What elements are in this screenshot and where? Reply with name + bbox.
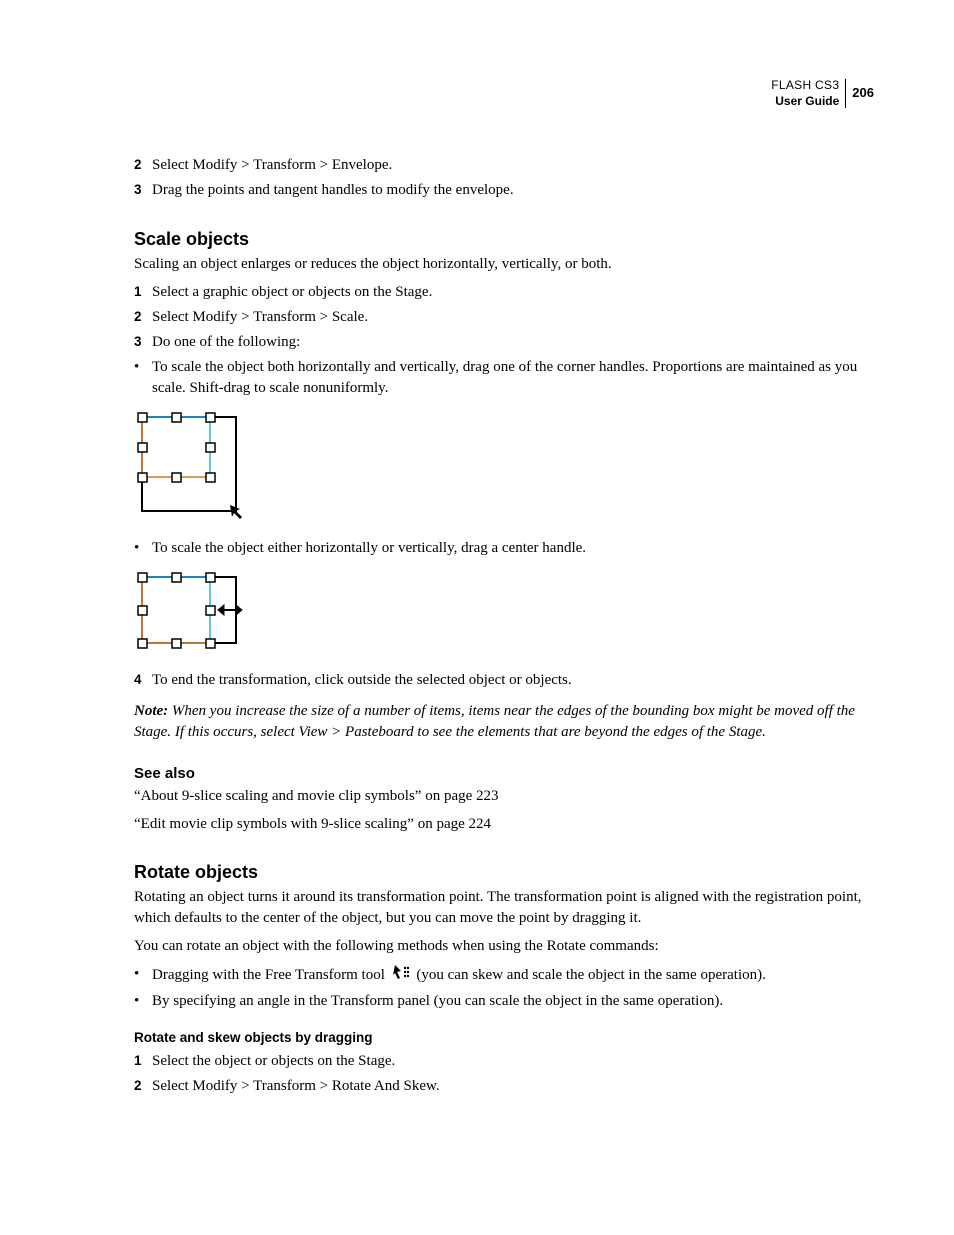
see-also-link: “Edit movie clip symbols with 9-slice sc…	[134, 814, 874, 834]
step-number: 3	[134, 180, 152, 201]
step-number: 1	[134, 1051, 152, 1072]
envelope-steps: 2 Select Modify > Transform > Envelope. …	[134, 155, 874, 201]
scale-bullets-2: • To scale the object either horizontall…	[134, 538, 874, 559]
step-number: 3	[134, 332, 152, 353]
step-text: To end the transformation, click outside…	[152, 670, 874, 691]
bullet-marker: •	[134, 538, 152, 559]
list-item: • Dragging with the Free Transform tool …	[134, 964, 874, 987]
list-item: 3 Do one of the following:	[134, 332, 874, 353]
bullet-text: By specifying an angle in the Transform …	[152, 991, 874, 1012]
step-number: 2	[134, 155, 152, 176]
page-content: FLASH CS3 User Guide 206 2 Select Modify…	[0, 0, 954, 1165]
rotate-p2: You can rotate an object with the follow…	[134, 936, 874, 956]
rotate-p1: Rotating an object turns it around its t…	[134, 887, 874, 928]
bullet-text: To scale the object both horizontally an…	[152, 357, 874, 399]
list-item: • By specifying an angle in the Transfor…	[134, 991, 874, 1012]
step-number: 4	[134, 670, 152, 691]
free-transform-tool-icon	[392, 964, 410, 987]
step-text: Select a graphic object or objects on th…	[152, 282, 874, 303]
rotate-bullets: • Dragging with the Free Transform tool …	[134, 964, 874, 1012]
scale-step4: 4 To end the transformation, click outsi…	[134, 670, 874, 691]
doc-title: FLASH CS3	[771, 78, 839, 94]
step-text: Select the object or objects on the Stag…	[152, 1051, 874, 1072]
step-number: 2	[134, 307, 152, 328]
step-text: Drag the points and tangent handles to m…	[152, 180, 874, 201]
step-number: 1	[134, 282, 152, 303]
step-text: Select Modify > Transform > Rotate And S…	[152, 1076, 874, 1097]
note-text: When you increase the size of a number o…	[134, 703, 855, 740]
header-inner: FLASH CS3 User Guide 206	[771, 78, 874, 109]
list-item: 3 Drag the points and tangent handles to…	[134, 180, 874, 201]
list-item: • To scale the object both horizontally …	[134, 357, 874, 399]
bullet-marker: •	[134, 964, 152, 987]
bullet-text-post: (you can skew and scale the object in th…	[416, 967, 765, 983]
bullet-marker: •	[134, 991, 152, 1012]
bullet-text-pre: Dragging with the Free Transform tool	[152, 967, 385, 983]
doc-subtitle: User Guide	[771, 94, 839, 110]
bullet-text: To scale the object either horizontally …	[152, 538, 874, 559]
page-number: 206	[845, 79, 874, 108]
figure-scale-corner	[134, 409, 874, 524]
bullet-text: Dragging with the Free Transform tool (y…	[152, 964, 874, 987]
note-block: Note: When you increase the size of a nu…	[134, 701, 874, 742]
step-number: 2	[134, 1076, 152, 1097]
step-text: Do one of the following:	[152, 332, 874, 353]
heading-see-also: See also	[134, 765, 874, 782]
list-item: • To scale the object either horizontall…	[134, 538, 874, 559]
see-also-link: “About 9-slice scaling and movie clip sy…	[134, 786, 874, 806]
bullet-marker: •	[134, 357, 152, 399]
list-item: 2 Select Modify > Transform > Rotate And…	[134, 1076, 874, 1097]
scale-intro: Scaling an object enlarges or reduces th…	[134, 254, 874, 274]
heading-rotate-objects: Rotate objects	[134, 862, 874, 883]
scale-steps: 1 Select a graphic object or objects on …	[134, 282, 874, 399]
list-item: 2 Select Modify > Transform > Envelope.	[134, 155, 874, 176]
list-item: 2 Select Modify > Transform > Scale.	[134, 307, 874, 328]
step-text: Select Modify > Transform > Scale.	[152, 307, 874, 328]
step-text: Select Modify > Transform > Envelope.	[152, 155, 874, 176]
page-header: FLASH CS3 User Guide 206	[134, 78, 874, 109]
note-label: Note:	[134, 703, 168, 719]
list-item: 1 Select a graphic object or objects on …	[134, 282, 874, 303]
list-item: 4 To end the transformation, click outsi…	[134, 670, 874, 691]
heading-scale-objects: Scale objects	[134, 229, 874, 250]
heading-rotate-skew-drag: Rotate and skew objects by dragging	[134, 1030, 874, 1045]
rotate-substeps: 1 Select the object or objects on the St…	[134, 1051, 874, 1097]
list-item: 1 Select the object or objects on the St…	[134, 1051, 874, 1072]
header-text-block: FLASH CS3 User Guide	[771, 78, 845, 109]
figure-scale-center	[134, 569, 874, 656]
